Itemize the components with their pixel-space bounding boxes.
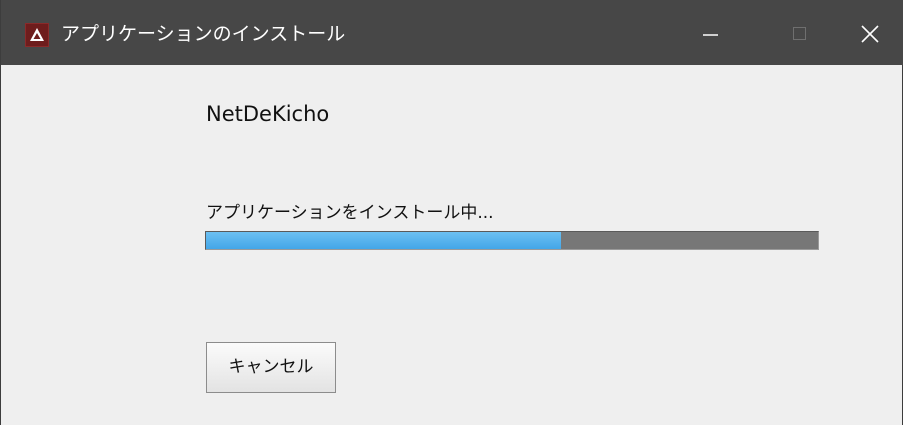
progress-fill [206,232,561,249]
maximize-icon [793,27,806,40]
minimize-button[interactable] [674,0,744,65]
close-icon [861,25,879,43]
cancel-button[interactable]: キャンセル [206,342,336,393]
maximize-button [764,0,834,65]
minimize-icon [703,34,718,36]
title-bar[interactable]: アプリケーションのインストール [1,0,903,65]
window-title: アプリケーションのインストール [61,23,346,45]
install-progress-bar [205,231,819,250]
app-icon [25,23,49,47]
installer-window: アプリケーションのインストール NetDeKicho アプリケーションをインスト… [0,0,903,425]
install-status-text: アプリケーションをインストール中... [206,203,494,223]
close-button[interactable] [834,0,903,65]
product-name: NetDeKicho [206,102,330,126]
